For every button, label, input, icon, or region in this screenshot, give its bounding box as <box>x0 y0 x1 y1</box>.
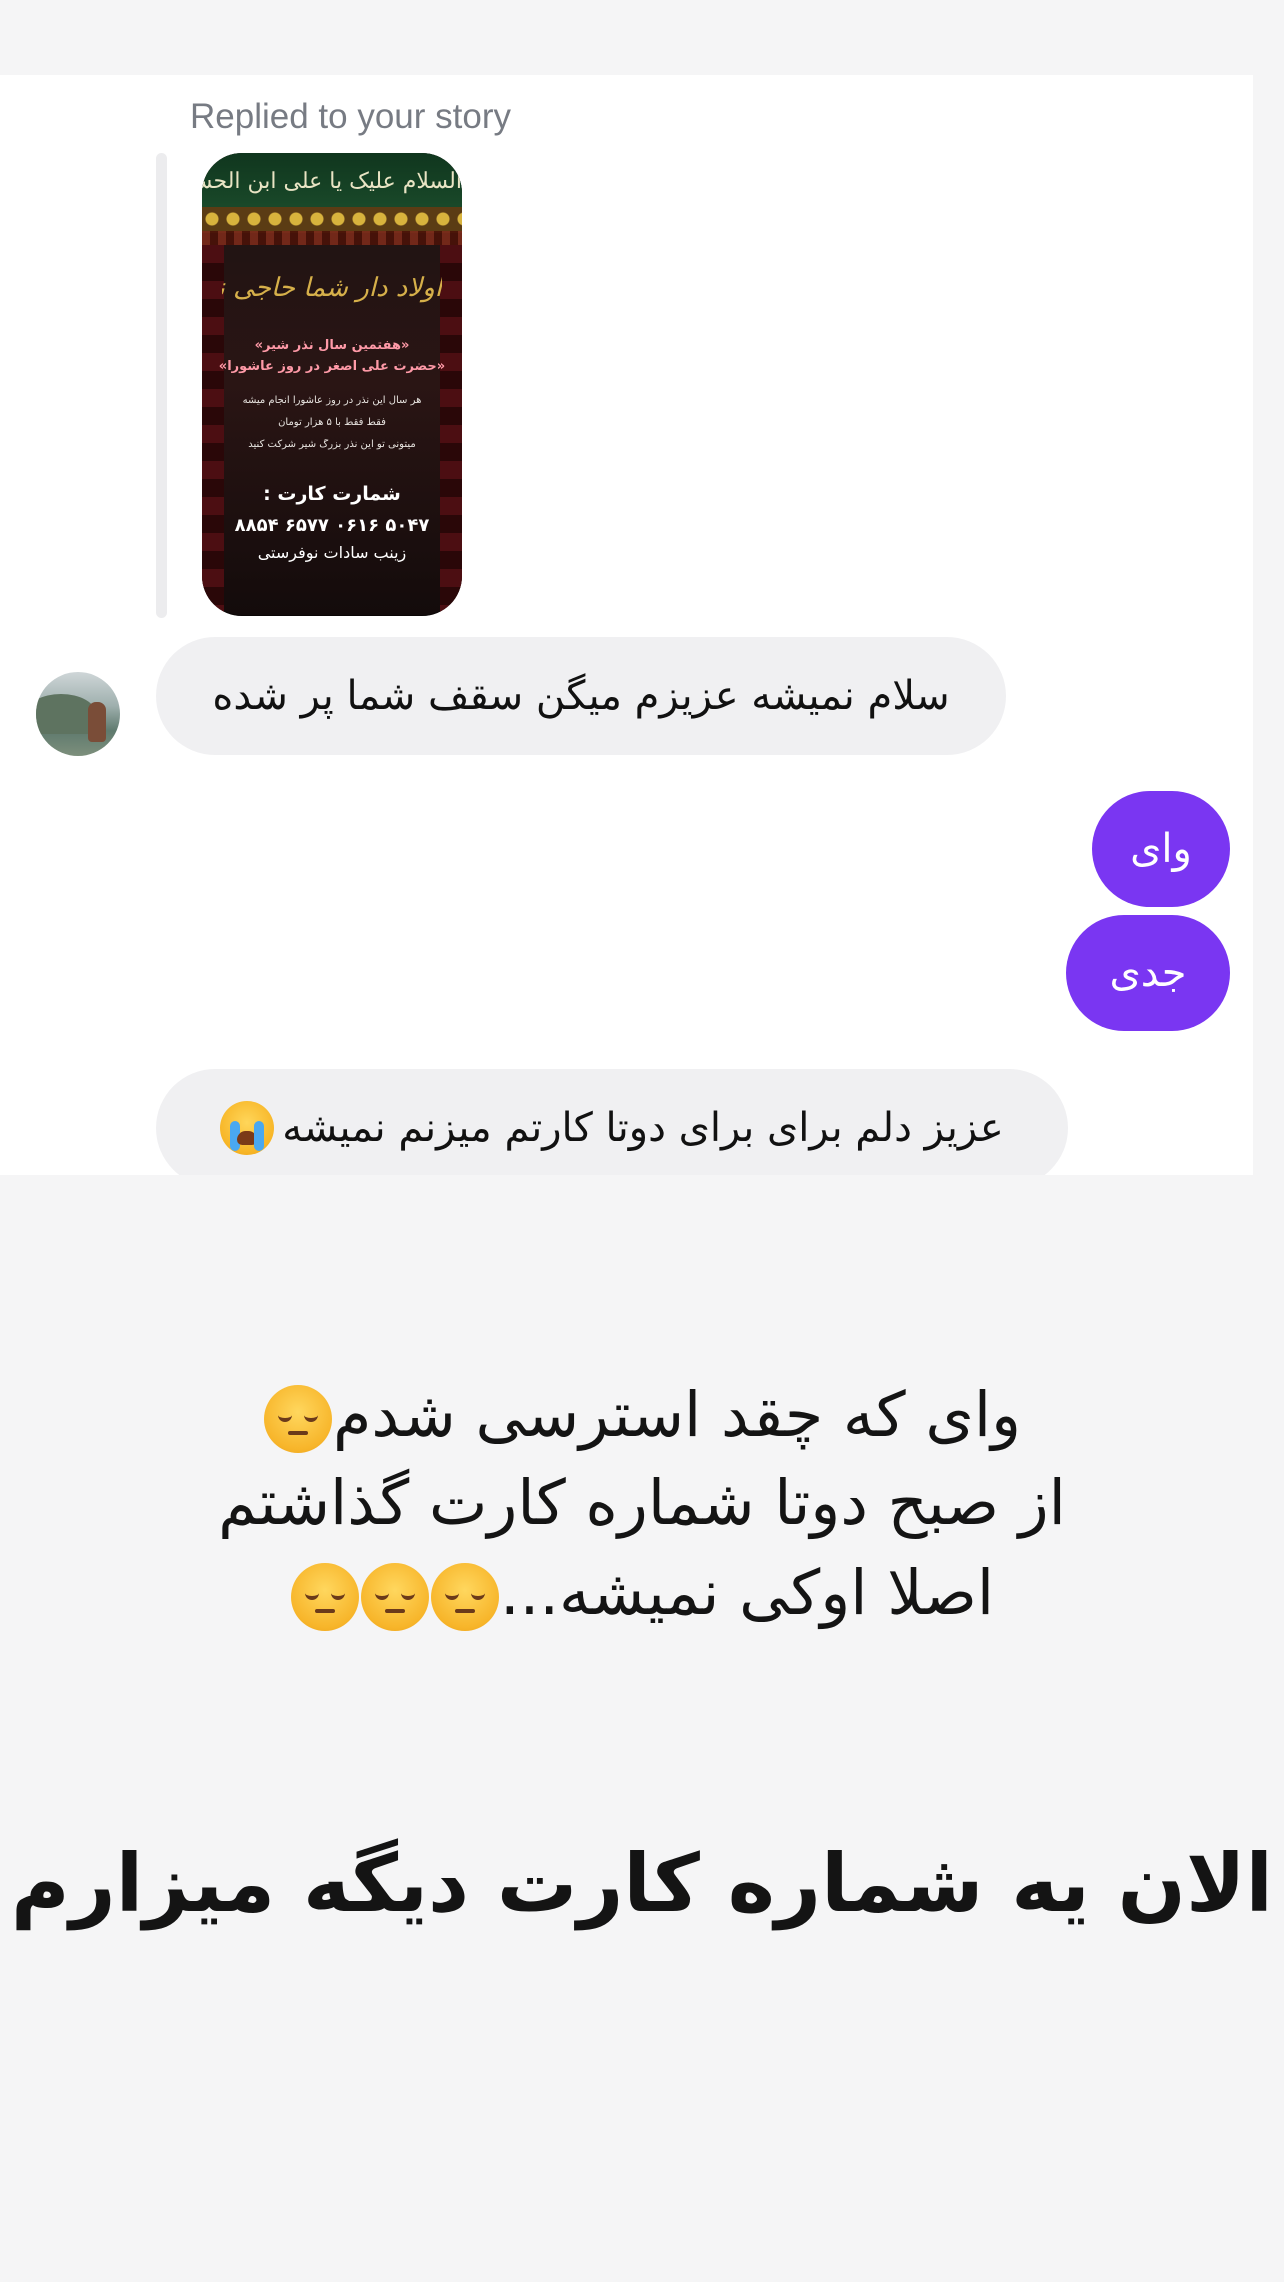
reply-context-label: Replied to your story <box>190 97 511 136</box>
message-text: سلام نمیشه عزیزم میگن سقف شما پر شده <box>212 673 950 719</box>
pensive-face-icon <box>430 1562 499 1631</box>
outgoing-message-bubble[interactable]: جدی <box>1066 915 1230 1031</box>
message-text: عزیز دلم برای برای دوتا کارتم میزنم نمیش… <box>282 1105 1004 1151</box>
story-small-text-1: هر سال این نذر در روز عاشورا انجام میشه <box>242 395 422 406</box>
caption-text: وای که چقد استرسی شدم <box>332 1378 1022 1451</box>
pensive-face-icon <box>290 1562 359 1631</box>
incoming-message-bubble[interactable]: سلام نمیشه عزیزم میگن سقف شما پر شده <box>156 637 1006 755</box>
caption-line-2: از صبح دوتا شماره کارت گذاشتم <box>0 1466 1284 1540</box>
story-fringe-decoration <box>202 207 462 233</box>
story-thumbnail[interactable]: السلام علیک یا علی ابن الحسین الاصغر اول… <box>202 153 462 616</box>
sender-avatar[interactable] <box>36 672 120 756</box>
caption-text: الان یه شماره کارت دیگه میزارم <box>11 1837 1273 1930</box>
pensive-face-icon <box>263 1384 332 1453</box>
story-line-2: «حضرت علی اصغر در روز عاشورا» <box>218 359 446 374</box>
caption-line-3: اصلا اوکی نمیشه... <box>0 1556 1284 1631</box>
avatar-person <box>88 702 106 742</box>
story-banner: السلام علیک یا علی ابن الحسین الاصغر <box>202 153 462 211</box>
caption-line-4: الان یه شماره کارت دیگه میزارم <box>0 1836 1284 1932</box>
story-card-owner: زینب سادات نوفرستی <box>257 543 407 562</box>
story-fringe-decoration-2 <box>202 231 462 245</box>
caption-text: اصلا اوکی نمیشه... <box>499 1556 995 1629</box>
chat-thread: Replied to your story السلام علیک یا علی… <box>0 75 1253 1175</box>
caption-line-1: وای که چقد استرسی شدم <box>0 1378 1284 1453</box>
caption-text: از صبح دوتا شماره کارت گذاشتم <box>218 1466 1066 1539</box>
outgoing-message-bubble[interactable]: وای <box>1092 791 1230 907</box>
story-small-text-2: فقط فقط با ۵ هزار تومان <box>278 417 386 428</box>
loudly-crying-face-icon <box>220 1101 275 1155</box>
story-card-title: شمارت کارت : <box>263 483 401 505</box>
message-text: جدی <box>1109 950 1187 996</box>
pensive-face-icon <box>360 1562 429 1631</box>
avatar-landscape <box>36 694 96 734</box>
story-small-text-3: میتونی تو این نذر بزرگ شیر شرکت کنید <box>248 439 416 450</box>
reply-quote-bar <box>156 153 167 618</box>
message-text: وای <box>1130 826 1192 872</box>
incoming-message-bubble[interactable]: عزیز دلم برای برای دوتا کارتم میزنم نمیش… <box>156 1069 1068 1175</box>
story-card-number: ۵۰۴۷ ۰۶۱۶ ۶۵۷۷ ۸۸۵۴ <box>234 515 430 536</box>
story-line-1: «هفتمین سال نذر شیر» <box>254 338 410 353</box>
story-calligraphy: اولاد دار شما حاجی نمی شود <box>222 273 442 303</box>
